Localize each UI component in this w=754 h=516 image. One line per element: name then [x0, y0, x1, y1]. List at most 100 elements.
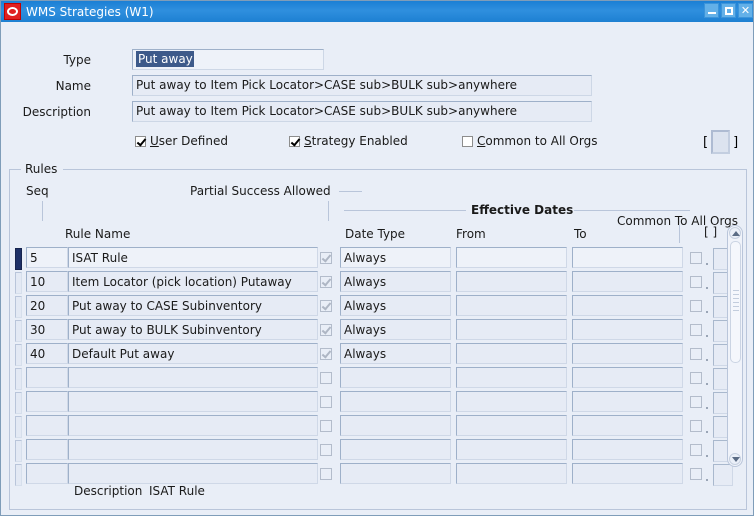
table-row[interactable]: 20 Put away to CASE Subinventory Always — [15, 295, 733, 319]
record-indicator[interactable] — [15, 416, 22, 438]
cell-common-checkbox[interactable] — [690, 396, 702, 408]
cell-to[interactable] — [572, 463, 683, 484]
record-indicator[interactable] — [15, 296, 22, 318]
cell-from[interactable] — [456, 295, 567, 316]
scroll-down-icon[interactable] — [729, 453, 741, 465]
table-row[interactable] — [15, 367, 733, 391]
record-indicator[interactable] — [15, 440, 22, 462]
cell-seq[interactable]: 20 — [26, 295, 68, 316]
cell-from[interactable] — [456, 391, 567, 412]
rules-scrollbar[interactable] — [727, 225, 743, 467]
name-field[interactable]: Put away to Item Pick Locator>CASE sub>B… — [132, 75, 592, 96]
cell-date-type[interactable]: Always — [340, 319, 451, 340]
table-row[interactable] — [15, 439, 733, 463]
cell-seq[interactable] — [26, 367, 68, 388]
cell-date-type[interactable] — [340, 367, 451, 388]
cell-flag-button[interactable] — [713, 464, 733, 486]
cell-seq[interactable]: 30 — [26, 319, 68, 340]
cell-from[interactable] — [456, 271, 567, 292]
cell-common-checkbox[interactable] — [690, 444, 702, 456]
minimize-button[interactable] — [704, 3, 719, 18]
cell-to[interactable] — [572, 271, 683, 292]
cell-to[interactable] — [572, 295, 683, 316]
cell-seq[interactable]: 10 — [26, 271, 68, 292]
table-row[interactable]: 30 Put away to BULK Subinventory Always — [15, 319, 733, 343]
strategy-description-field[interactable]: Put away to Item Pick Locator>CASE sub>B… — [132, 101, 592, 122]
cell-rule-name[interactable] — [68, 439, 318, 460]
cell-partial-success-checkbox[interactable] — [320, 468, 332, 480]
cell-common-checkbox[interactable] — [690, 276, 702, 288]
cell-to[interactable] — [572, 439, 683, 460]
cell-date-type[interactable] — [340, 391, 451, 412]
maximize-button[interactable] — [721, 3, 736, 18]
cell-from[interactable] — [456, 343, 567, 364]
cell-common-checkbox[interactable] — [690, 468, 702, 480]
scrollbar-thumb[interactable] — [730, 241, 741, 363]
table-row[interactable]: 40 Default Put away Always — [15, 343, 733, 367]
cell-seq[interactable]: 5 — [26, 247, 68, 268]
record-indicator[interactable] — [15, 272, 22, 294]
cell-common-checkbox[interactable] — [690, 252, 702, 264]
type-field[interactable]: Put away — [132, 49, 324, 70]
cell-rule-name[interactable] — [68, 463, 318, 484]
record-indicator[interactable] — [15, 464, 22, 486]
cell-partial-success-checkbox[interactable] — [320, 252, 332, 264]
scroll-up-icon[interactable] — [729, 227, 741, 239]
cell-common-checkbox[interactable] — [690, 300, 702, 312]
cell-to[interactable] — [572, 319, 683, 340]
cell-partial-success-checkbox[interactable] — [320, 420, 332, 432]
record-indicator[interactable] — [15, 392, 22, 414]
cell-to[interactable] — [572, 367, 683, 388]
cell-rule-name[interactable]: ISAT Rule — [68, 247, 318, 268]
strategy-enabled-checkbox[interactable]: Strategy Enabled — [289, 134, 408, 148]
cell-rule-name[interactable] — [68, 415, 318, 436]
cell-seq[interactable] — [26, 463, 68, 484]
cell-date-type[interactable] — [340, 463, 451, 484]
cell-date-type[interactable] — [340, 415, 451, 436]
table-row[interactable] — [15, 391, 733, 415]
cell-date-type[interactable]: Always — [340, 271, 451, 292]
cell-partial-success-checkbox[interactable] — [320, 300, 332, 312]
cell-date-type[interactable]: Always — [340, 295, 451, 316]
cell-common-checkbox[interactable] — [690, 348, 702, 360]
table-row[interactable] — [15, 415, 733, 439]
cell-date-type[interactable] — [340, 439, 451, 460]
cell-partial-success-checkbox[interactable] — [320, 372, 332, 384]
cell-common-checkbox[interactable] — [690, 324, 702, 336]
record-indicator[interactable] — [15, 368, 22, 390]
cell-to[interactable] — [572, 247, 683, 268]
cell-seq[interactable] — [26, 391, 68, 412]
cell-seq[interactable]: 40 — [26, 343, 68, 364]
cell-from[interactable] — [456, 415, 567, 436]
header-flag-button[interactable] — [711, 130, 731, 154]
cell-from[interactable] — [456, 247, 567, 268]
record-indicator[interactable] — [15, 320, 22, 342]
table-row[interactable]: 10 Item Locator (pick location) Putaway Al… — [15, 271, 733, 295]
cell-partial-success-checkbox[interactable] — [320, 444, 332, 456]
cell-partial-success-checkbox[interactable] — [320, 396, 332, 408]
cell-partial-success-checkbox[interactable] — [320, 348, 332, 360]
cell-rule-name[interactable]: Put away to CASE Subinventory — [68, 295, 318, 316]
cell-rule-name[interactable]: Default Put away — [68, 343, 318, 364]
cell-date-type[interactable]: Always — [340, 343, 451, 364]
table-row[interactable]: 5 ISAT Rule Always — [15, 247, 733, 271]
cell-common-checkbox[interactable] — [690, 372, 702, 384]
cell-to[interactable] — [572, 415, 683, 436]
cell-rule-name[interactable] — [68, 391, 318, 412]
common-to-all-orgs-checkbox[interactable]: Common to All Orgs — [462, 134, 597, 148]
cell-seq[interactable] — [26, 415, 68, 436]
user-defined-checkbox[interactable]: User Defined — [135, 134, 228, 148]
cell-seq[interactable] — [26, 439, 68, 460]
cell-from[interactable] — [456, 439, 567, 460]
close-icon[interactable]: ✕ — [738, 3, 753, 18]
cell-to[interactable] — [572, 343, 683, 364]
cell-from[interactable] — [456, 463, 567, 484]
record-indicator[interactable] — [15, 248, 22, 270]
record-indicator[interactable] — [15, 344, 22, 366]
cell-from[interactable] — [456, 319, 567, 340]
cell-from[interactable] — [456, 367, 567, 388]
cell-partial-success-checkbox[interactable] — [320, 276, 332, 288]
cell-date-type[interactable]: Always — [340, 247, 451, 268]
cell-to[interactable] — [572, 391, 683, 412]
cell-partial-success-checkbox[interactable] — [320, 324, 332, 336]
